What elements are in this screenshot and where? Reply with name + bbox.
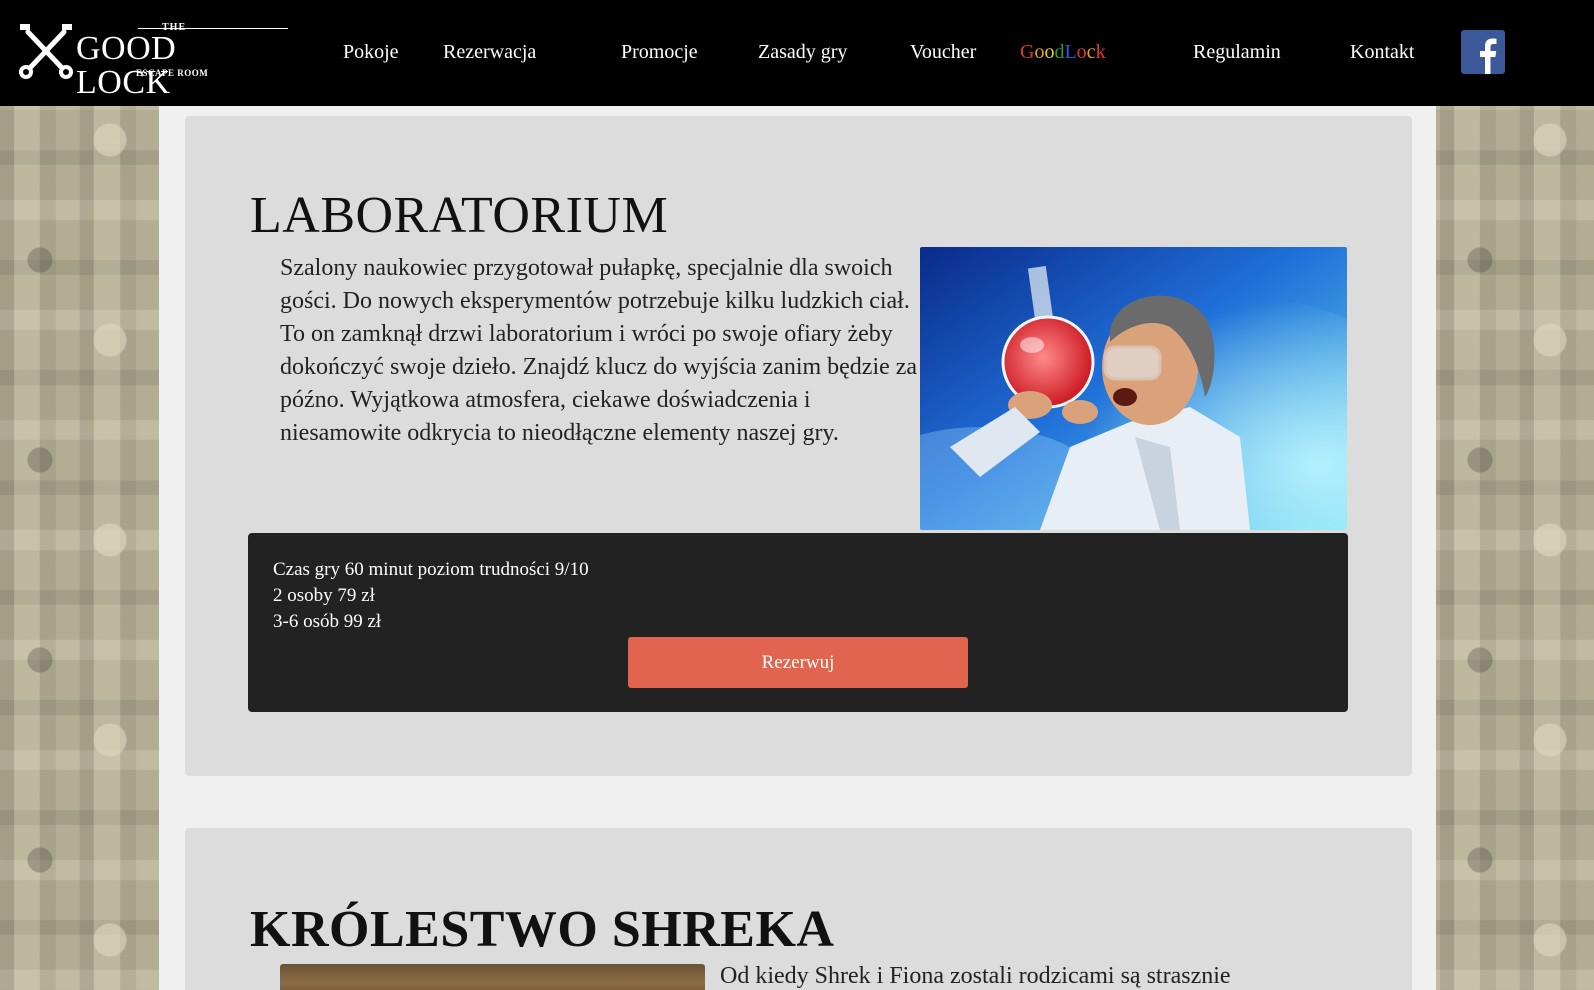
crossed-keys-icon bbox=[19, 24, 73, 79]
reserve-button[interactable]: Rezerwuj bbox=[628, 637, 968, 688]
goodlock-letter: o bbox=[1034, 41, 1045, 63]
goodlock-letter: k bbox=[1095, 41, 1106, 63]
nav-item-promocje[interactable]: Promocje bbox=[621, 41, 698, 64]
top-navigation-bar: THE GOOD LOCK ESCAPE ROOM Pokoje Rezerwa… bbox=[0, 0, 1594, 106]
room-title: KRÓLESTWO SHREKA bbox=[250, 901, 835, 958]
room-info-box: Czas gry 60 minut poziom trudności 9/10 … bbox=[248, 533, 1348, 712]
logo-divider bbox=[138, 28, 288, 29]
logo-name-text: GOOD LOCK bbox=[76, 30, 177, 101]
goodlock-letter: o bbox=[1076, 41, 1087, 63]
room-photo-shrek bbox=[280, 964, 705, 990]
facebook-link[interactable] bbox=[1461, 30, 1505, 74]
room-description: Szalony naukowiec przygotował pułapkę, s… bbox=[280, 255, 918, 446]
goodlock-letter: G bbox=[1020, 41, 1035, 63]
goodlock-letter: d bbox=[1054, 41, 1065, 63]
logo-subtitle-text: ESCAPE ROOM bbox=[136, 68, 209, 78]
nav-item-goodlock[interactable]: GoodLock bbox=[1020, 41, 1106, 64]
goodlock-letter: L bbox=[1064, 41, 1077, 63]
main-content-column: LABORATORIUM Szalony naukowiec przygotow… bbox=[159, 106, 1436, 990]
nav-item-rezerwacja[interactable]: Rezerwacja bbox=[443, 41, 536, 64]
nav-item-zasady-gry[interactable]: Zasady gry bbox=[758, 41, 847, 64]
nav-item-kontakt[interactable]: Kontakt bbox=[1350, 41, 1414, 64]
goodlock-letter: o bbox=[1044, 41, 1055, 63]
game-time-difficulty: Czas gry 60 minut poziom trudności 9/10 bbox=[273, 559, 589, 580]
room-card-krolestwo-shreka: KRÓLESTWO SHREKA Od kiedy Shrek i Fiona … bbox=[185, 828, 1412, 990]
facebook-icon bbox=[1480, 38, 1497, 74]
room-photo-mad-scientist bbox=[920, 247, 1347, 530]
price-two-people: 2 osoby 79 zł bbox=[273, 585, 375, 606]
nav-item-regulamin[interactable]: Regulamin bbox=[1193, 41, 1281, 64]
room-description: Od kiedy Shrek i Fiona zostali rodzicami… bbox=[720, 963, 1231, 989]
room-card-laboratorium: LABORATORIUM Szalony naukowiec przygotow… bbox=[185, 116, 1412, 776]
goodlock-letter: c bbox=[1086, 41, 1096, 63]
mad-scientist-image bbox=[920, 247, 1347, 530]
price-three-to-six-people: 3-6 osób 99 zł bbox=[273, 611, 382, 632]
room-title: LABORATORIUM bbox=[250, 187, 669, 244]
nav-item-pokoje[interactable]: Pokoje bbox=[343, 41, 399, 64]
site-logo[interactable]: THE GOOD LOCK ESCAPE ROOM bbox=[18, 18, 288, 100]
nav-item-voucher[interactable]: Voucher bbox=[910, 41, 976, 64]
